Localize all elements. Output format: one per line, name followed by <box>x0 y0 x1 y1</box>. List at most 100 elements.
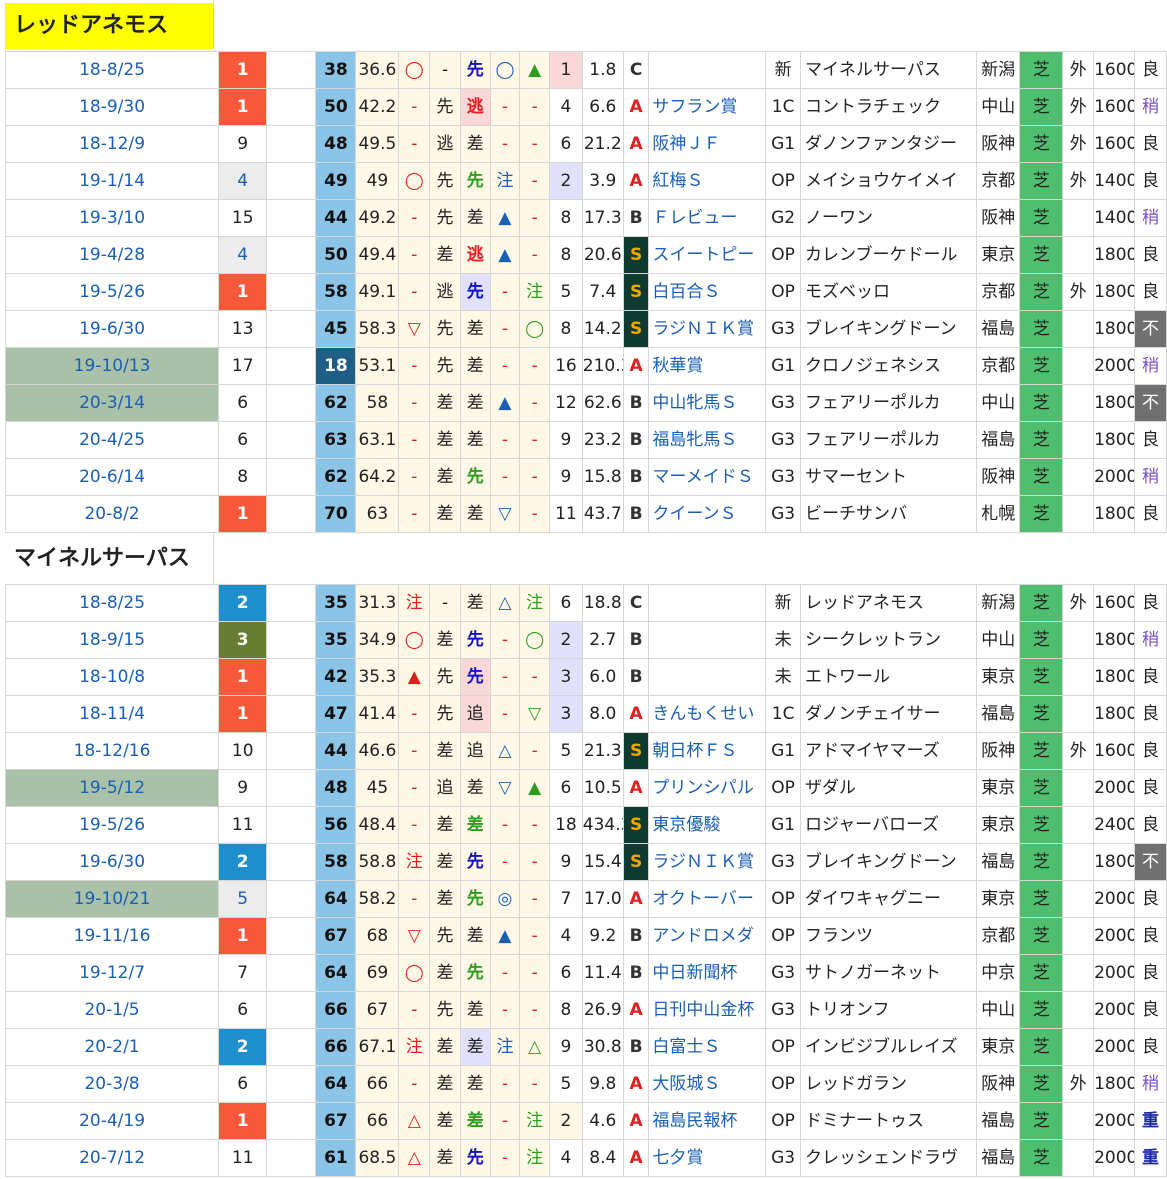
race-date[interactable]: 20-3/14 <box>4 384 220 422</box>
surface: 芝 <box>1019 954 1064 992</box>
racecourse: 福島 <box>976 1102 1021 1140</box>
surface: 芝 <box>1019 584 1064 622</box>
opponent-name[interactable]: トリオンフ <box>800 991 978 1029</box>
race-name[interactable]: 紅梅Ｓ <box>648 162 767 200</box>
race-name[interactable]: 中山牝馬Ｓ <box>648 384 767 422</box>
opponent-name[interactable]: ザダル <box>800 769 978 807</box>
race-date[interactable]: 19-10/21 <box>4 880 220 918</box>
race-date[interactable]: 20-8/2 <box>4 495 220 533</box>
opponent-name[interactable]: ダイワキャグニー <box>800 880 978 918</box>
race-level: B <box>622 421 650 459</box>
race-date[interactable]: 18-11/4 <box>4 695 220 733</box>
race-date[interactable]: 19-5/12 <box>4 769 220 807</box>
race-name[interactable]: スイートピー <box>648 236 767 274</box>
race-name[interactable] <box>648 584 767 622</box>
running-style: 差 <box>459 384 491 422</box>
race-name[interactable]: アンドロメダ <box>648 917 767 955</box>
race-date[interactable]: 19-4/28 <box>4 236 220 274</box>
race-date[interactable]: 20-6/14 <box>4 458 220 496</box>
race-date[interactable]: 18-8/25 <box>4 51 220 89</box>
race-name[interactable]: 秋華賞 <box>648 347 767 385</box>
race-date[interactable]: 18-12/16 <box>4 732 220 770</box>
opponent-name[interactable]: アドマイヤマーズ <box>800 732 978 770</box>
opponent-name[interactable]: サトノガーネット <box>800 954 978 992</box>
opponent-name[interactable]: ダノンチェイサー <box>800 695 978 733</box>
race-name[interactable] <box>648 658 767 696</box>
opponent-name[interactable]: フェアリーポルカ <box>800 421 978 459</box>
race-date[interactable]: 19-5/26 <box>4 806 220 844</box>
race-name[interactable]: 白富士Ｓ <box>648 1028 767 1066</box>
race-name[interactable]: 白百合Ｓ <box>648 273 767 311</box>
opponent-name[interactable]: クロノジェネシス <box>800 347 978 385</box>
opponent-name[interactable]: ロジャーバローズ <box>800 806 978 844</box>
race-date[interactable]: 20-1/5 <box>4 991 220 1029</box>
rating-value: 49 <box>355 162 400 200</box>
race-date[interactable]: 19-5/26 <box>4 273 220 311</box>
opponent-name[interactable]: カレンブーケドール <box>800 236 978 274</box>
race-date[interactable]: 18-12/9 <box>4 125 220 163</box>
race-name[interactable]: 阪神ＪＦ <box>648 125 767 163</box>
opponent-name[interactable]: インビジブルレイズ <box>800 1028 978 1066</box>
opponent-name[interactable]: フェアリーポルカ <box>800 384 978 422</box>
race-date[interactable]: 19-3/10 <box>4 199 220 237</box>
race-name[interactable]: マーメイドＳ <box>648 458 767 496</box>
blank-cell <box>266 458 317 496</box>
race-date[interactable]: 19-12/7 <box>4 954 220 992</box>
race-date[interactable]: 19-6/30 <box>4 843 220 881</box>
opponent-name[interactable]: レッドガラン <box>800 1065 978 1103</box>
race-date[interactable]: 19-1/14 <box>4 162 220 200</box>
race-date[interactable]: 18-8/25 <box>4 584 220 622</box>
race-date[interactable]: 20-7/12 <box>4 1139 220 1177</box>
race-name[interactable]: 日刊中山金杯 <box>648 991 767 1029</box>
opponent-name[interactable]: マイネルサーパス <box>800 51 978 89</box>
opponent-name[interactable]: フランツ <box>800 917 978 955</box>
race-date[interactable]: 20-4/19 <box>4 1102 220 1140</box>
race-name[interactable]: 七夕賞 <box>648 1139 767 1177</box>
opponent-name[interactable]: モズベッロ <box>800 273 978 311</box>
opponent-name[interactable]: シークレットラン <box>800 621 978 659</box>
opponent-name[interactable]: ブレイキングドーン <box>800 843 978 881</box>
race-name[interactable]: サフラン賞 <box>648 88 767 126</box>
mark-a: 注 <box>489 162 521 200</box>
race-name[interactable]: 中日新聞杯 <box>648 954 767 992</box>
race-name[interactable]: 大阪城Ｓ <box>648 1065 767 1103</box>
opponent-name[interactable]: ノーワン <box>800 199 978 237</box>
opponent-name[interactable]: エトワール <box>800 658 978 696</box>
race-date[interactable]: 18-10/8 <box>4 658 220 696</box>
race-date[interactable]: 19-11/16 <box>4 917 220 955</box>
race-name[interactable]: 東京優駿 <box>648 806 767 844</box>
race-date[interactable]: 19-6/30 <box>4 310 220 348</box>
opponent-name[interactable]: クレッシェンドラヴ <box>800 1139 978 1177</box>
opponent-name[interactable]: メイショウケイメイ <box>800 162 978 200</box>
race-date[interactable]: 20-4/25 <box>4 421 220 459</box>
opponent-name[interactable]: サマーセント <box>800 458 978 496</box>
race-name[interactable]: 福島牝馬Ｓ <box>648 421 767 459</box>
opponent-name[interactable]: ブレイキングドーン <box>800 310 978 348</box>
finish-position: 2 <box>218 1028 268 1066</box>
race-date[interactable]: 18-9/30 <box>4 88 220 126</box>
race-date[interactable]: 19-10/13 <box>4 347 220 385</box>
opponent-name[interactable]: ダノンファンタジー <box>800 125 978 163</box>
race-name[interactable]: きんもくせい <box>648 695 767 733</box>
race-name[interactable]: プリンシパル <box>648 769 767 807</box>
mark-b: △ <box>519 1028 551 1066</box>
race-date[interactable]: 18-9/15 <box>4 621 220 659</box>
race-name[interactable]: ラジＮＩＫ賞 <box>648 310 767 348</box>
race-name[interactable]: ラジＮＩＫ賞 <box>648 843 767 881</box>
race-date[interactable]: 20-3/8 <box>4 1065 220 1103</box>
early-position: 差 <box>429 236 461 274</box>
course-side <box>1062 658 1095 696</box>
race-name[interactable]: 福島民報杯 <box>648 1102 767 1140</box>
mark-b: ◯ <box>519 310 551 348</box>
race-name[interactable] <box>648 621 767 659</box>
opponent-name[interactable]: レッドアネモス <box>800 584 978 622</box>
opponent-name[interactable]: ドミナートゥス <box>800 1102 978 1140</box>
race-name[interactable]: オクトーバー <box>648 880 767 918</box>
race-name[interactable]: 朝日杯ＦＳ <box>648 732 767 770</box>
opponent-name[interactable]: コントラチェック <box>800 88 978 126</box>
race-name[interactable] <box>648 51 767 89</box>
opponent-name[interactable]: ビーチサンバ <box>800 495 978 533</box>
race-name[interactable]: クイーンＳ <box>648 495 767 533</box>
race-name[interactable]: Ｆレビュー <box>648 199 767 237</box>
race-date[interactable]: 20-2/1 <box>4 1028 220 1066</box>
